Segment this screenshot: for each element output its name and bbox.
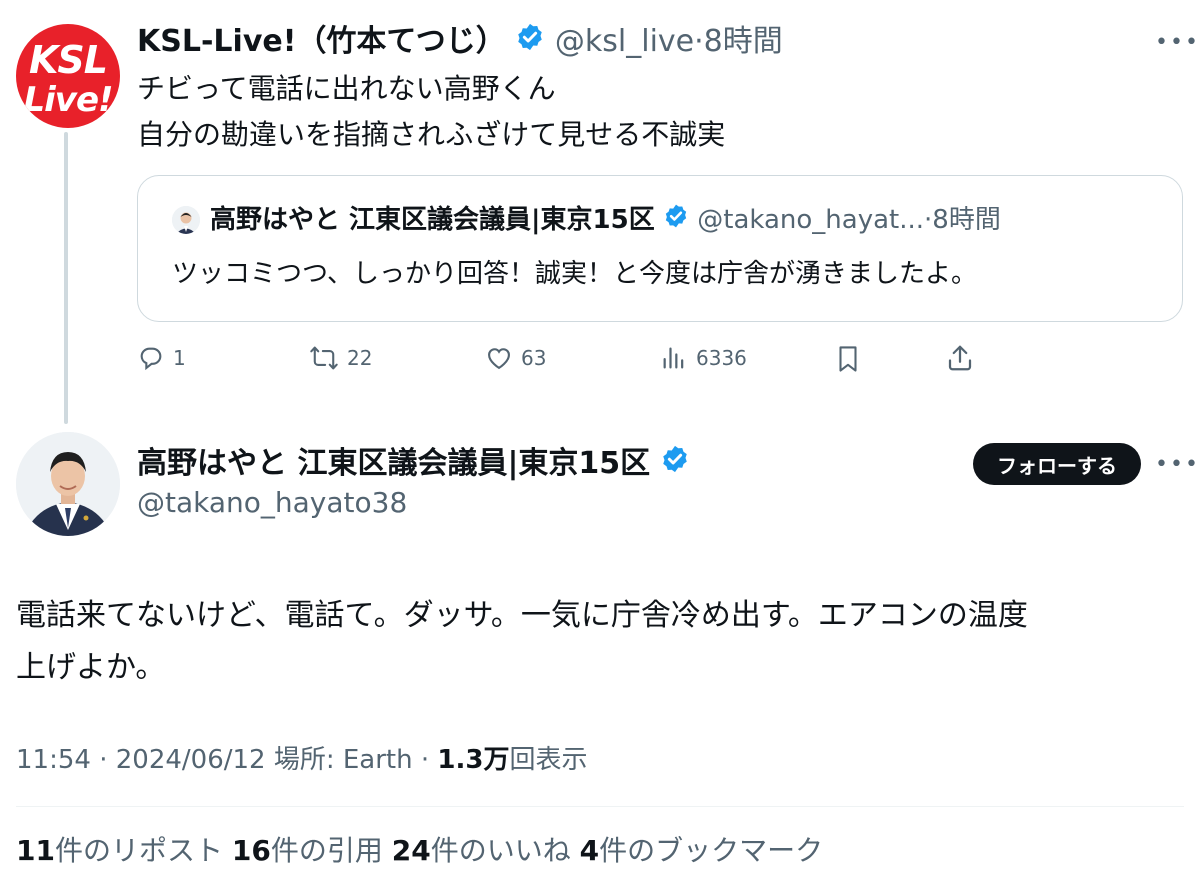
divider (16, 806, 1184, 807)
verified-badge-icon (515, 22, 545, 63)
quoted-tweet-card[interactable]: 高野はやと 江東区議会議員|東京15区 @takano_hayat...·8時間… (137, 175, 1183, 322)
reposts-stat-label: 件のリポスト (54, 834, 223, 867)
reply-count: 1 (173, 346, 186, 370)
more-icon[interactable]: ••• (1155, 452, 1200, 477)
more-icon[interactable]: ••• (1155, 30, 1200, 55)
bookmarks-stat-label: 件のブックマーク (599, 834, 824, 867)
tweet-time[interactable]: 8時間 (704, 24, 783, 59)
share-icon (948, 345, 972, 371)
main-tweet-body: 電話来てないけど、電話て。ダッサ。一気に庁舎冷め出す。エアコンの温度 上げよか。 (16, 590, 1028, 694)
quoted-handle: @takano_hayat... (697, 205, 925, 235)
reposts-stat-count: 11 (16, 834, 55, 867)
quotes-stat-count: 16 (231, 834, 271, 867)
quoted-display-name: 高野はやと 江東区議会議員|東京15区 (210, 205, 655, 235)
follow-button[interactable]: フォローする (973, 443, 1141, 485)
views-button[interactable]: 6336 (660, 344, 747, 372)
like-button[interactable]: 63 (485, 344, 546, 372)
bookmarks-stat-count: 4 (579, 834, 600, 867)
views-icon (663, 347, 684, 369)
likes-stat-count: 24 (391, 834, 431, 867)
tweet-time[interactable]: 11:54 (16, 745, 91, 775)
views-label: 回表示 (509, 745, 588, 775)
quotes-stat-label: 件の引用 (270, 834, 383, 867)
reply-icon (140, 347, 162, 371)
main-body-line-1: 電話来てないけど、電話て。ダッサ。一気に庁舎冷め出す。エアコンの温度 (16, 598, 1028, 633)
quoted-author-avatar (172, 206, 200, 234)
bookmarks-stat[interactable]: 4件のブックマーク (580, 834, 824, 867)
thread-connector-line (64, 132, 68, 424)
verified-badge-icon (660, 444, 690, 485)
tweet-date[interactable]: 2024/06/12 (116, 745, 266, 775)
reposts-stat[interactable]: 11件のリポスト (16, 834, 223, 867)
likes-stat[interactable]: 24件のいいね (392, 834, 571, 867)
views-count: 1.3万 (437, 745, 510, 775)
ksl-live-avatar[interactable]: KSL Live! (16, 24, 120, 128)
engagement-stats: 11件のリポスト 16件の引用 24件のいいね 4件のブックマーク (16, 830, 823, 872)
author-handle[interactable]: @ksl_live (555, 24, 694, 59)
tweet-location: 場所: Earth (273, 745, 413, 775)
quoted-time: 8時間 (932, 205, 1001, 235)
repost-count: 22 (347, 346, 373, 370)
header-separator: · (694, 24, 704, 59)
repost-button[interactable]: 22 (309, 344, 372, 372)
avatar-logo-text-2: Live! (23, 80, 113, 120)
meta-separator: · (420, 745, 430, 775)
body-line-2: 自分の勘違いを指摘されふざけて見せる不誠実 (137, 118, 726, 151)
quoting-tweet-header: KSL-Live!（竹本てつじ） @ksl_live·8時間 (137, 22, 783, 63)
avatar-logo-text-1: KSL (28, 38, 108, 82)
bookmark-button[interactable] (834, 344, 862, 374)
verified-badge-icon (663, 201, 689, 241)
main-display-name[interactable]: 高野はやと 江東区議会議員|東京15区 (137, 446, 650, 481)
bookmark-icon (839, 346, 857, 372)
like-icon (488, 348, 510, 370)
repost-icon (310, 346, 338, 370)
meta-separator: · (99, 745, 108, 775)
main-handle[interactable]: @takano_hayato38 (137, 484, 407, 522)
reply-button[interactable]: 1 (137, 344, 186, 372)
share-button[interactable] (945, 343, 975, 373)
tweet-meta: 11:54 · 2024/06/12 場所: Earth · 1.3万回表示 (16, 740, 587, 780)
quoted-tweet-header: 高野はやと 江東区議会議員|東京15区 @takano_hayat...·8時間 (210, 200, 1001, 241)
likes-stat-label: 件のいいね (430, 834, 571, 867)
takano-avatar[interactable] (16, 432, 120, 536)
main-author-name-row: 高野はやと 江東区議会議員|東京15区 (137, 444, 690, 485)
author-display-name[interactable]: KSL-Live!（竹本てつじ） (137, 24, 506, 59)
main-body-line-2: 上げよか。 (16, 650, 166, 685)
quoting-tweet-body: チビって電話に出れない高野くん 自分の勘違いを指摘されふざけて見せる不誠実 (137, 66, 725, 158)
quotes-stat[interactable]: 16件の引用 (232, 834, 383, 867)
body-line-1: チビって電話に出れない高野くん (137, 72, 556, 105)
like-count: 63 (521, 346, 547, 370)
views-count: 6336 (696, 346, 747, 370)
quoted-tweet-body: ツッコミつつ、しっかり回答！誠実！と今度は庁舎が湧きましたよ。 (172, 259, 977, 289)
